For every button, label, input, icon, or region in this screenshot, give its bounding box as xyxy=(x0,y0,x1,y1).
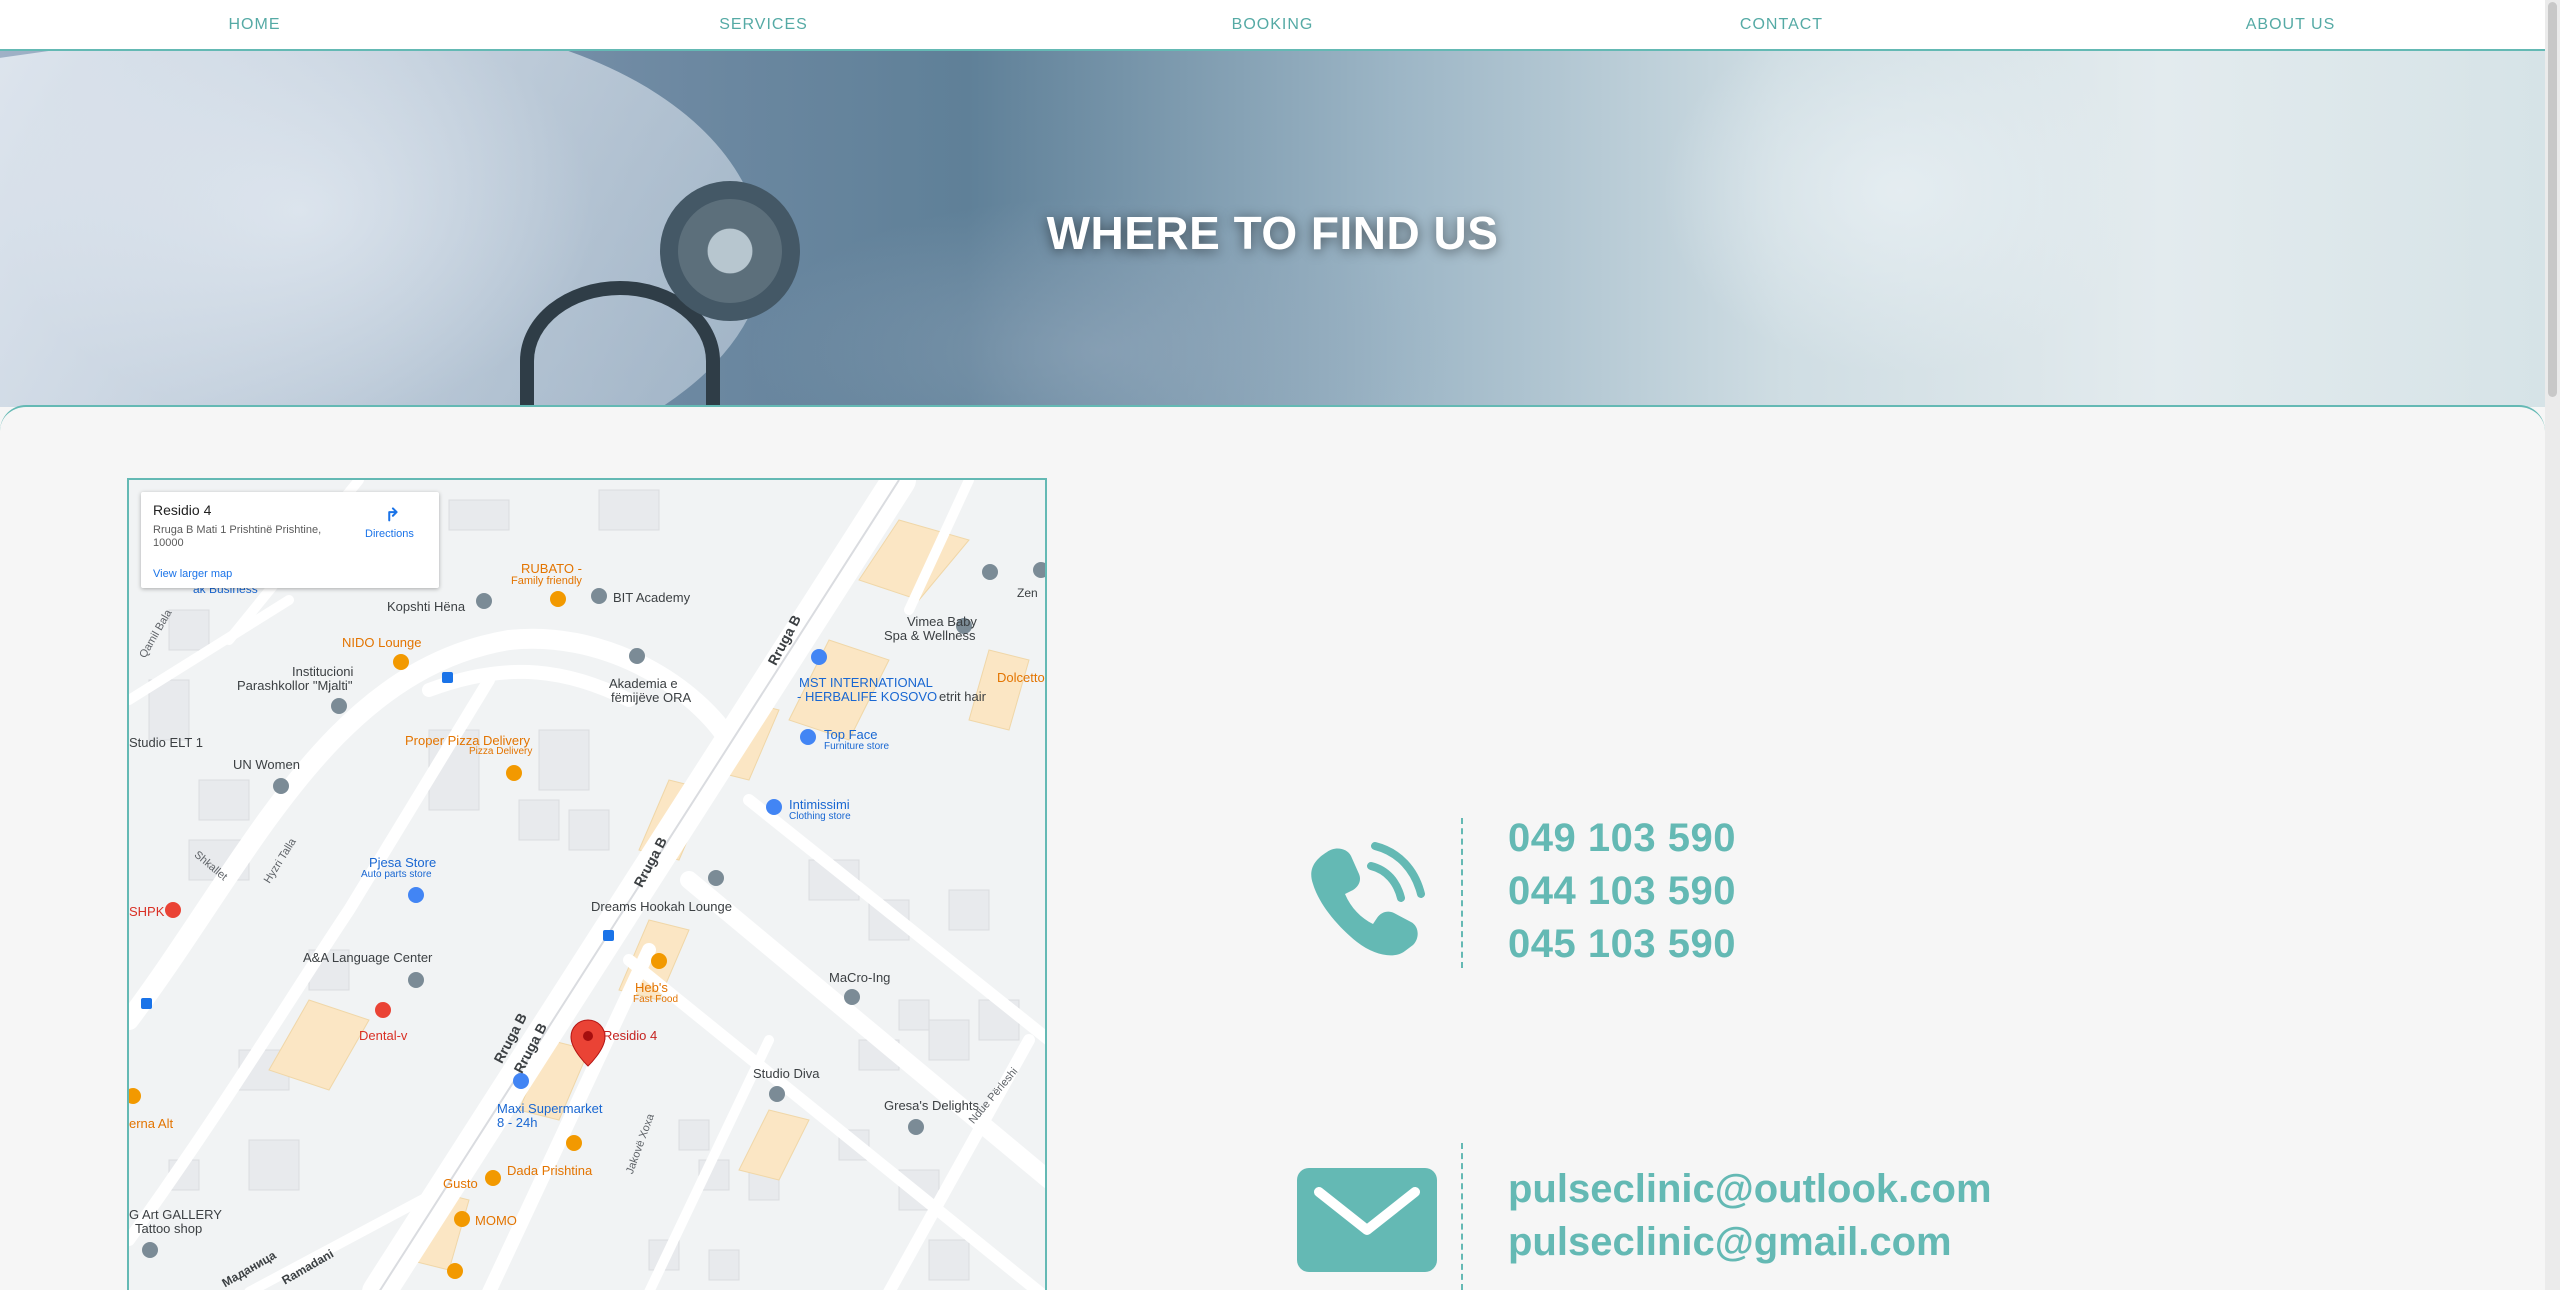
map-label: BIT Academy xyxy=(613,590,691,605)
map-label: - HERBALIFE KOSOVO xyxy=(797,689,938,704)
phone-icon xyxy=(1311,842,1425,956)
map-label: Dreams Hookah Lounge xyxy=(591,899,732,914)
map-label: Fast Food xyxy=(633,994,679,1005)
map-label: MOMO xyxy=(475,1213,517,1228)
email-divider xyxy=(1461,1143,1463,1290)
map-label: Institucioni xyxy=(292,664,354,679)
map-label: Vimea Baby xyxy=(907,614,977,629)
map-label: Studio Diva xyxy=(753,1066,820,1081)
map-label: Pjesa Store xyxy=(369,855,437,870)
map-label: Pizza Delivery xyxy=(469,746,533,757)
map-label: Top Face xyxy=(824,727,878,742)
map-label: Dolcetto xyxy=(997,670,1045,685)
page-scrollbar[interactable] xyxy=(2545,0,2560,1290)
google-map[interactable]: Kopshti Hëna RUBATO - Family friendly BI… xyxy=(127,478,1047,1290)
map-label: Dental-v xyxy=(359,1028,408,1043)
map-label: 8 - 24h xyxy=(497,1115,538,1130)
map-label: Kopshti Hëna xyxy=(387,599,466,614)
nav-booking[interactable]: BOOKING xyxy=(1018,0,1527,49)
phone-number[interactable]: 044 103 590 xyxy=(1508,869,1736,914)
email-address[interactable]: pulseclinic@outlook.com xyxy=(1508,1167,1992,1212)
envelope-icon xyxy=(1297,1168,1437,1272)
view-larger-map-link[interactable]: View larger map xyxy=(153,568,232,580)
nav-home[interactable]: HOME xyxy=(0,0,509,49)
directions-icon[interactable] xyxy=(381,502,403,524)
map-label: MST INTERNATIONAL xyxy=(799,675,933,690)
content-top-edge xyxy=(0,405,2545,445)
map-label: NIDO Lounge xyxy=(342,635,422,650)
place-name: Residio 4 xyxy=(153,502,212,518)
map-label: Clothing store xyxy=(789,811,851,822)
email-address[interactable]: pulseclinic@gmail.com xyxy=(1508,1220,1952,1265)
phone-divider xyxy=(1461,818,1463,968)
phone-number[interactable]: 049 103 590 xyxy=(1508,816,1736,861)
page-title: WHERE TO FIND US xyxy=(1046,207,1499,259)
map-label: Akademia e xyxy=(609,676,678,691)
map-label: Tattoo shop xyxy=(135,1221,203,1236)
map-label: Intimissimi xyxy=(789,797,850,812)
directions-link[interactable]: Directions xyxy=(365,528,414,540)
map-label: A&A Language Center xyxy=(303,950,433,965)
map-pin-label[interactable]: Residio 4 xyxy=(603,1028,657,1043)
map-label: Heb's xyxy=(635,980,668,995)
nav-services[interactable]: SERVICES xyxy=(509,0,1018,49)
map-label: etrit hair xyxy=(939,689,986,704)
map-label: Zen xyxy=(1017,586,1038,600)
map-label: erna Alt xyxy=(129,1116,174,1131)
map-label: Parashkollor "Mjalti" xyxy=(237,678,353,693)
map-label: Gusto xyxy=(443,1176,478,1191)
map-label: Dada Prishtina xyxy=(507,1163,593,1178)
map-label: RUBATO - xyxy=(521,561,582,576)
map-label: Maxi Supermarket xyxy=(497,1101,603,1116)
map-label: Spa & Wellness xyxy=(884,628,976,643)
map-label: SHPK xyxy=(129,904,165,919)
map-label: Furniture store xyxy=(824,741,890,752)
map-label: fëmijëve ORA xyxy=(611,690,692,705)
hero-banner: WHERE TO FIND US xyxy=(0,51,2545,407)
map-label: Studio ELT 1 xyxy=(129,735,203,750)
map-label: Gresa's Delights xyxy=(884,1098,979,1113)
map-info-card: Residio 4 Rruga B Mati 1 Prishtinë Prish… xyxy=(141,492,439,588)
place-address: Rruga B Mati 1 Prishtinë Prishtine, 1000… xyxy=(153,524,322,549)
map-label: UN Women xyxy=(233,757,300,772)
map-label: Auto parts store xyxy=(361,869,432,880)
map-label: MaCro-Ing xyxy=(829,970,891,985)
phone-number[interactable]: 045 103 590 xyxy=(1508,922,1736,967)
nav-contact[interactable]: CONTACT xyxy=(1527,0,2036,49)
map-label: Family friendly xyxy=(511,575,582,587)
nav-about-us[interactable]: ABOUT US xyxy=(2036,0,2545,49)
map-label: G Art GALLERY xyxy=(129,1207,222,1222)
top-nav: HOME SERVICES BOOKING CONTACT ABOUT US xyxy=(0,0,2545,51)
scrollbar-thumb[interactable] xyxy=(2548,2,2557,397)
